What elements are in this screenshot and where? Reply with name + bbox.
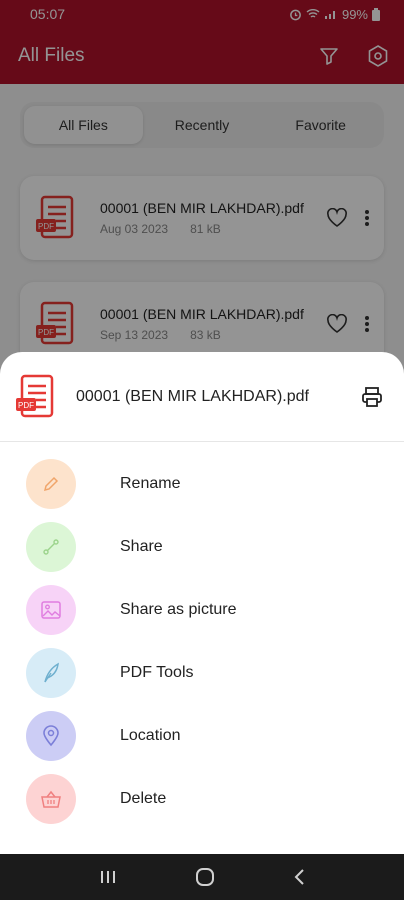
action-label: PDF Tools — [120, 664, 194, 681]
image-icon — [26, 585, 76, 635]
action-pdf-tools[interactable]: PDF Tools — [0, 645, 404, 701]
feather-icon — [26, 648, 76, 698]
action-location[interactable]: Location — [0, 708, 404, 764]
action-rename[interactable]: Rename — [0, 456, 404, 512]
print-icon[interactable] — [360, 385, 384, 409]
basket-icon — [26, 774, 76, 824]
action-label: Delete — [120, 790, 167, 807]
share-icon — [26, 522, 76, 572]
action-label: Share as picture — [120, 601, 237, 618]
back-icon[interactable] — [292, 867, 306, 887]
action-label: Share — [120, 538, 163, 555]
pdf-badge: PDF — [18, 401, 34, 410]
action-label: Location — [120, 727, 181, 744]
action-delete[interactable]: Delete — [0, 771, 404, 827]
action-share-as-picture[interactable]: Share as picture — [0, 582, 404, 638]
location-pin-icon — [26, 711, 76, 761]
action-label: Rename — [120, 475, 181, 492]
home-icon[interactable] — [194, 866, 216, 888]
recent-apps-icon[interactable] — [98, 868, 118, 886]
action-share[interactable]: Share — [0, 519, 404, 575]
file-actions-sheet: PDF 00001 (BEN MIR LAKHDAR).pdf Rename S… — [0, 352, 404, 854]
sheet-header: PDF 00001 (BEN MIR LAKHDAR).pdf — [0, 352, 404, 442]
pencil-icon — [26, 459, 76, 509]
pdf-file-icon: PDF — [16, 374, 54, 417]
sheet-file-name: 00001 (BEN MIR LAKHDAR).pdf — [76, 387, 309, 405]
system-nav-bar — [0, 854, 404, 900]
